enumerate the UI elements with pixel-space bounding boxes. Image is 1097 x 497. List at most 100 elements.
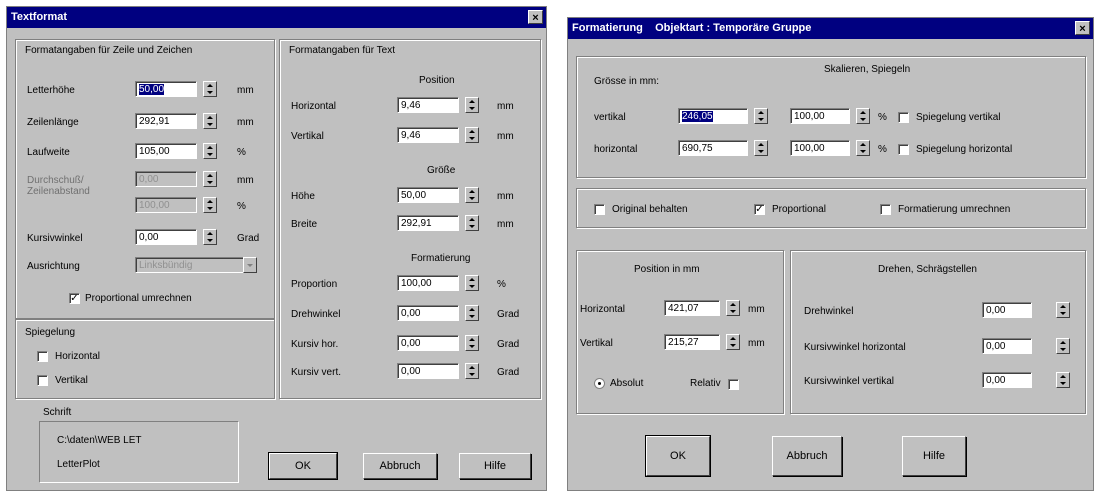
abbruch-button[interactable]: Abbruch xyxy=(363,453,437,479)
title-bar[interactable]: Formatierung Objektart : Temporäre Grupp… xyxy=(568,18,1093,39)
kursiv-vert-input[interactable]: 0,00 xyxy=(982,372,1032,388)
laufweite-spinner[interactable] xyxy=(203,143,217,159)
close-icon[interactable]: × xyxy=(1075,21,1090,35)
horizontal-pos-spinner[interactable] xyxy=(726,300,740,316)
zeilenabstand-spinner[interactable] xyxy=(203,197,217,213)
formatierung-umrechnen-checkbox[interactable] xyxy=(880,204,891,215)
horizontal-spinner[interactable] xyxy=(754,140,768,156)
hoehe-spinner[interactable] xyxy=(465,187,479,203)
letterhoehe-input[interactable]: 50,00 xyxy=(135,81,197,97)
kursivwinkel-unit: Grad xyxy=(237,233,260,244)
proportional-umrechnen-checkbox[interactable]: ✓ xyxy=(69,293,80,304)
spiegelung-label: Spiegelung xyxy=(25,327,76,338)
ok-button[interactable]: OK xyxy=(645,435,711,477)
horizontal-pos-label: Horizontal xyxy=(580,304,626,315)
absolut-label: Absolut xyxy=(610,378,644,389)
durchschuss-input[interactable]: 0,00 xyxy=(135,171,197,187)
horizontal-pos-input[interactable]: 9,46 xyxy=(397,97,459,113)
drehwinkel-spinner[interactable] xyxy=(465,305,479,321)
horizontal-pct-input[interactable]: 100,00 xyxy=(790,140,850,156)
kursiv-vert-input[interactable]: 0,00 xyxy=(397,363,459,379)
horizontal-pos-spinner[interactable] xyxy=(465,97,479,113)
groesse-header: Größe xyxy=(427,165,456,176)
zeile-zeichen-group-label: Formatangaben für Zeile und Zeichen xyxy=(25,45,193,56)
breite-spinner[interactable] xyxy=(465,215,479,231)
proportional-checkbox[interactable]: ✓ xyxy=(754,204,765,215)
schrift-label: Schrift xyxy=(43,407,72,418)
vertikal-input[interactable]: 246,05 xyxy=(678,108,748,124)
drehwinkel-label: Drehwinkel xyxy=(804,306,854,317)
kursiv-vert-label: Kursiv vert. xyxy=(291,367,342,378)
zeilenlaenge-spinner[interactable] xyxy=(203,113,217,129)
durchschuss-label: Durchschuß/ xyxy=(27,175,84,186)
horizontal-checkbox-label: Horizontal xyxy=(55,351,101,362)
vertikal-pos-label: Vertikal xyxy=(291,131,324,142)
drehwinkel-unit: Grad xyxy=(497,309,520,320)
formatierung-dialog: Formatierung Objektart : Temporäre Grupp… xyxy=(567,17,1094,491)
hilfe-button[interactable]: Hilfe xyxy=(902,436,966,476)
ausrichtung-select[interactable]: Linksbündig xyxy=(135,257,247,273)
chevron-down-icon[interactable] xyxy=(243,257,257,273)
hoehe-input[interactable]: 50,00 xyxy=(397,187,459,203)
spiegelung-vertikal-label: Spiegelung vertikal xyxy=(916,112,1001,123)
letterhoehe-spinner[interactable] xyxy=(203,81,217,97)
breite-label: Breite xyxy=(291,219,318,230)
close-icon[interactable]: × xyxy=(528,10,543,24)
horizontal-input[interactable]: 690,75 xyxy=(678,140,748,156)
vertikal-pos-spinner[interactable] xyxy=(465,127,479,143)
vertikal-pos-input[interactable]: 9,46 xyxy=(397,127,459,143)
horizontal-pos-input[interactable]: 421,07 xyxy=(664,300,720,316)
kursiv-hor-input[interactable]: 0,00 xyxy=(397,335,459,351)
vertikal-pct-spinner[interactable] xyxy=(856,108,870,124)
relativ-checkbox[interactable] xyxy=(728,379,739,390)
durchschuss-unit: mm xyxy=(237,175,254,186)
vertikal-pos-input[interactable]: 215,27 xyxy=(664,334,720,350)
vertikal-checkbox-label: Vertikal xyxy=(55,375,88,386)
letterhoehe-label: Letterhöhe xyxy=(27,85,75,96)
original-behalten-checkbox[interactable] xyxy=(594,204,605,215)
abbruch-button[interactable]: Abbruch xyxy=(772,436,842,476)
kursiv-hor-input[interactable]: 0,00 xyxy=(982,338,1032,354)
title-bar[interactable]: Textformat × xyxy=(7,7,546,28)
kursiv-vert-spinner[interactable] xyxy=(465,363,479,379)
breite-input[interactable]: 292,91 xyxy=(397,215,459,231)
ok-button[interactable]: OK xyxy=(268,452,338,480)
kursiv-hor-spinner[interactable] xyxy=(465,335,479,351)
kursivwinkel-spinner[interactable] xyxy=(203,229,217,245)
kursiv-hor-spinner[interactable] xyxy=(1056,338,1070,354)
vertikal-spinner[interactable] xyxy=(754,108,768,124)
zeilenlaenge-unit: mm xyxy=(237,117,254,128)
kursiv-vert-spinner[interactable] xyxy=(1056,372,1070,388)
spiegelung-horizontal-label: Spiegelung horizontal xyxy=(916,144,1013,155)
horizontal-checkbox[interactable] xyxy=(37,351,48,362)
hoehe-unit: mm xyxy=(497,191,514,202)
spiegelung-vertikal-checkbox[interactable] xyxy=(898,112,909,123)
vertikal-pos-unit: mm xyxy=(497,131,514,142)
zeilenabstand-input[interactable]: 100,00 xyxy=(135,197,197,213)
proportion-unit: % xyxy=(497,279,506,290)
spiegelung-horizontal-checkbox[interactable] xyxy=(898,144,909,155)
laufweite-label: Laufweite xyxy=(27,147,70,158)
durchschuss-spinner[interactable] xyxy=(203,171,217,187)
kursivwinkel-input[interactable]: 0,00 xyxy=(135,229,197,245)
vertikal-checkbox[interactable] xyxy=(37,375,48,386)
absolut-radio[interactable] xyxy=(594,378,605,389)
horizontal-pct-spinner[interactable] xyxy=(856,140,870,156)
zeilenlaenge-input[interactable]: 292,91 xyxy=(135,113,197,129)
vertikal-pos-spinner[interactable] xyxy=(726,334,740,350)
groesse-label: Grösse in mm: xyxy=(594,76,660,87)
laufweite-input[interactable]: 105,00 xyxy=(135,143,197,159)
drehwinkel-input[interactable]: 0,00 xyxy=(397,305,459,321)
laufweite-unit: % xyxy=(237,147,246,158)
formatierung-umrechnen-label: Formatierung umrechnen xyxy=(898,204,1011,215)
drehen-group-label: Drehen, Schrägstellen xyxy=(878,264,977,275)
proportion-label: Proportion xyxy=(291,279,338,290)
vertikal-pos-unit: mm xyxy=(748,338,765,349)
vertikal-pos-label: Vertikal xyxy=(580,338,613,349)
drehwinkel-input[interactable]: 0,00 xyxy=(982,302,1032,318)
proportion-spinner[interactable] xyxy=(465,275,479,291)
drehwinkel-spinner[interactable] xyxy=(1056,302,1070,318)
proportion-input[interactable]: 100,00 xyxy=(397,275,459,291)
vertikal-pct-input[interactable]: 100,00 xyxy=(790,108,850,124)
hilfe-button[interactable]: Hilfe xyxy=(459,453,531,479)
